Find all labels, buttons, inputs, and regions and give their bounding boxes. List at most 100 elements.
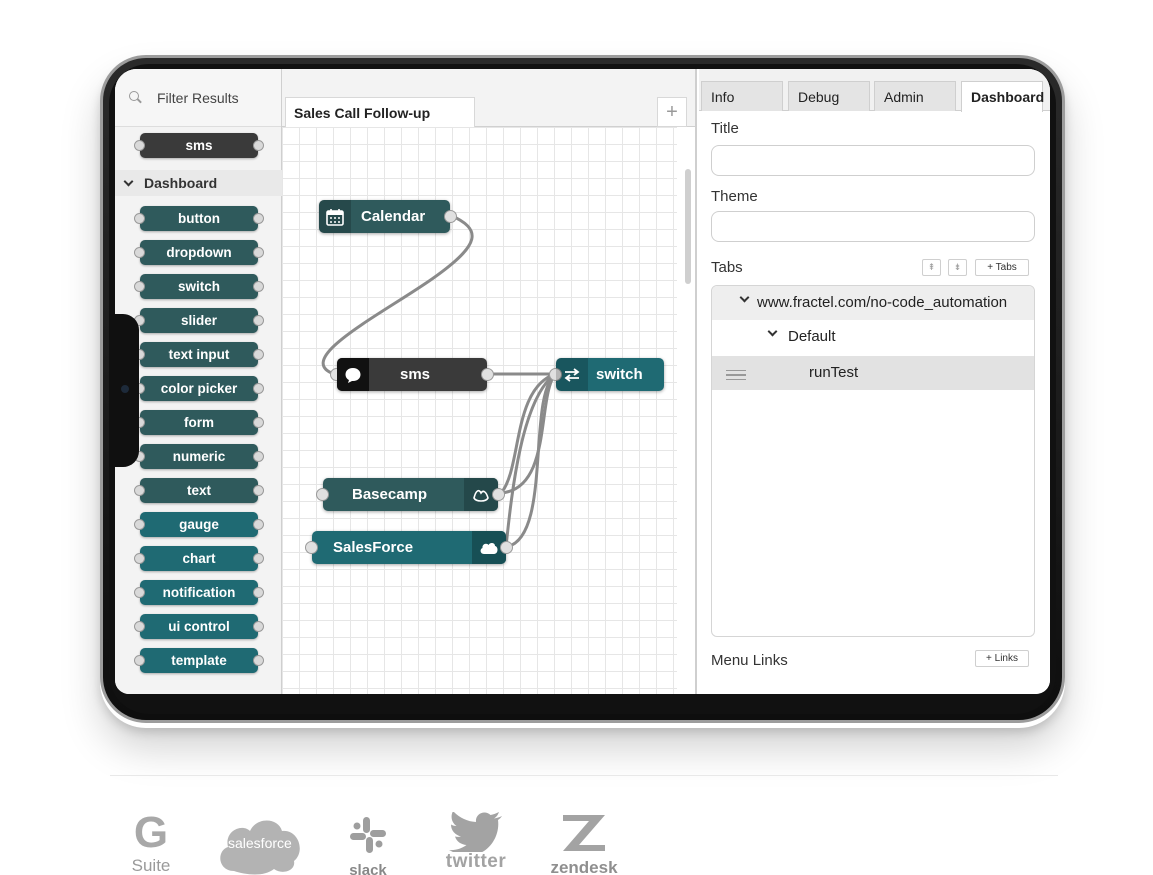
sidebar-panel: Info Debug Admin Dashboard Title Theme T… (699, 69, 1050, 694)
palette-node-chart[interactable]: chart (134, 546, 264, 571)
input-port (134, 213, 145, 224)
palette-node-sms[interactable]: sms (134, 133, 264, 158)
theme-label: Theme (711, 188, 758, 205)
tree-site-row[interactable]: www.fractel.com/no-code_automation (712, 286, 1034, 320)
category-label: Dashboard (144, 175, 218, 191)
palette-node-template[interactable]: template (134, 648, 264, 673)
tree-group-row[interactable]: Default (712, 320, 1034, 354)
node-label: sms (185, 138, 213, 153)
salesforce-text: salesforce (228, 835, 292, 851)
output-port (253, 417, 264, 428)
output-port[interactable] (500, 541, 513, 554)
node-label: sms (400, 366, 431, 383)
camera-icon (121, 385, 129, 393)
output-port (253, 281, 264, 292)
twitter-bird-icon (449, 811, 502, 856)
node-label: text input (168, 347, 230, 362)
tree-item-row[interactable]: runTest (712, 356, 1034, 390)
palette-node-dropdown[interactable]: dropdown (134, 240, 264, 265)
node-label: Calendar (361, 208, 426, 225)
tab-admin[interactable]: Admin (874, 81, 956, 111)
node-label: text (186, 483, 211, 498)
output-port (253, 247, 264, 258)
chevron-down-icon (123, 176, 134, 186)
node-label: numeric (172, 449, 226, 464)
calendar-icon (319, 200, 351, 233)
canvas-scrollbar[interactable] (685, 169, 691, 284)
zendesk-text: zendesk (550, 858, 618, 875)
move-up-button[interactable]: ⇞ (922, 259, 941, 276)
input-port (134, 485, 145, 496)
input-port[interactable] (305, 541, 318, 554)
slack-text: slack (349, 862, 387, 875)
chat-bubble-icon (337, 358, 369, 391)
node-switch[interactable]: switch (549, 358, 664, 391)
tree-site-label: www.fractel.com/no-code_automation (757, 294, 1008, 311)
node-label: Basecamp (352, 486, 428, 503)
output-port (253, 485, 264, 496)
output-port (253, 315, 264, 326)
filter-placeholder: Filter Results (157, 89, 239, 106)
node-label: SalesForce (333, 539, 414, 556)
tree-group-label: Default (788, 328, 836, 345)
output-port (253, 587, 264, 598)
slack-hash-icon (350, 817, 386, 853)
node-label: color picker (160, 381, 238, 396)
palette-node-gauge[interactable]: gauge (134, 512, 264, 537)
zendesk-z-icon (563, 815, 605, 851)
search-icon (129, 90, 143, 105)
palette-node-slider[interactable]: slider (134, 308, 264, 333)
twitter-logo: twitter (437, 811, 515, 873)
menu-links-label: Menu Links (711, 652, 788, 669)
node-label: template (171, 653, 227, 668)
title-input[interactable] (711, 145, 1035, 176)
node-calendar[interactable]: Calendar (319, 200, 457, 233)
output-port (253, 621, 264, 632)
node-label: dropdown (166, 245, 232, 260)
node-basecamp[interactable]: Basecamp (316, 478, 505, 511)
node-sms[interactable]: sms (330, 358, 494, 391)
palette-node-switch[interactable]: switch (134, 274, 264, 299)
add-flow-button[interactable]: + (657, 97, 687, 127)
tab-debug[interactable]: Debug (788, 81, 870, 111)
tab-info[interactable]: Info (701, 81, 783, 111)
palette-node-form[interactable]: form (134, 410, 264, 435)
palette-node-color-picker[interactable]: color picker (134, 376, 264, 401)
category-dashboard[interactable]: Dashboard (115, 170, 282, 196)
palette-node-notification[interactable]: notification (134, 580, 264, 605)
gsuite-g: G (133, 808, 169, 857)
gsuite-logo: G Suite (130, 808, 172, 875)
palette-node-numeric[interactable]: numeric (134, 444, 264, 469)
salesforce-logo: salesforce (216, 815, 302, 875)
tab-dashboard[interactable]: Dashboard (961, 81, 1044, 112)
output-port[interactable] (481, 368, 494, 381)
flow-workspace: Sales Call Follow-up + Calendar sms swit… (282, 69, 697, 694)
theme-input[interactable] (711, 211, 1035, 242)
app-screen: Filter Results sms Dashboard button dropd… (115, 69, 1050, 694)
palette-node-text-input[interactable]: text input (134, 342, 264, 367)
move-down-button[interactable]: ⇟ (948, 259, 967, 276)
output-port (253, 451, 264, 462)
node-salesforce[interactable]: SalesForce (305, 531, 513, 564)
node-label: notification (162, 585, 236, 600)
add-links-button[interactable]: + Links (975, 650, 1029, 667)
output-port (253, 553, 264, 564)
tree-item-label: runTest (809, 364, 859, 381)
tab-sales-call-follow-up[interactable]: Sales Call Follow-up (285, 97, 475, 127)
input-port (134, 519, 145, 530)
input-port (134, 140, 145, 151)
input-port[interactable] (316, 488, 329, 501)
palette-node-ui-control[interactable]: ui control (134, 614, 264, 639)
filter-search[interactable]: Filter Results (115, 69, 281, 127)
output-port[interactable] (444, 210, 457, 223)
node-label: button (178, 211, 220, 226)
drag-handle-icon[interactable] (726, 370, 746, 380)
output-port[interactable] (492, 488, 505, 501)
input-port (134, 587, 145, 598)
palette-node-button[interactable]: button (134, 206, 264, 231)
sidebar-tabs: Info Debug Admin Dashboard (699, 69, 1050, 112)
add-tabs-button[interactable]: + Tabs (975, 259, 1029, 276)
node-palette: Filter Results sms Dashboard button dropd… (115, 69, 282, 694)
node-label: chart (182, 551, 216, 566)
palette-node-text[interactable]: text (134, 478, 264, 503)
